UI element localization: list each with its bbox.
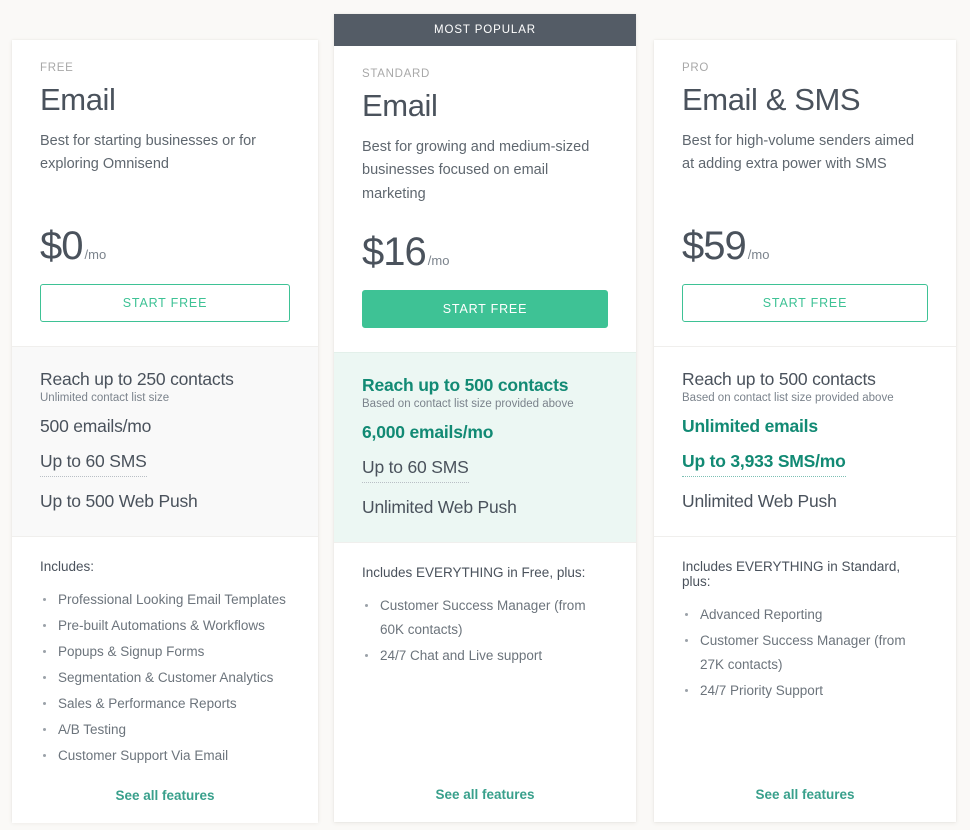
cta-wrap-free: START FREE [12,266,318,346]
feature-item: Professional Looking Email Templates [40,588,290,612]
price-amount-standard: $16 [362,230,427,275]
price-period-standard: /mo [427,253,450,269]
quota-section-standard: Reach up to 500 contacts Based on contac… [334,352,636,543]
most-popular-badge: MOST POPULAR [334,14,636,46]
price-row-free: $0 /mo [40,226,290,266]
cta-wrap-pro: START FREE [654,266,956,346]
feature-item: Popups & Signup Forms [40,640,290,664]
feature-item: 24/7 Chat and Live support [362,644,608,668]
plan-description-pro: Best for high-volume senders aimed at ad… [682,132,915,173]
feature-item: Advanced Reporting [682,603,928,627]
feature-item: Sales & Performance Reports [40,692,290,716]
quota-headline-pro: Reach up to 500 contacts [682,368,876,389]
pricing-plans-container: FREE Email Best for starting businesses … [0,0,970,830]
feature-item: Customer Success Manager (from 27K conta… [682,629,928,677]
plan-name-pro: Email & SMS [682,82,861,117]
quota-line-sms-pro[interactable]: Up to 3,933 SMS/mo [682,451,846,477]
features-section-free: Includes: Professional Looking Email Tem… [12,535,318,823]
quota-line-sms-free[interactable]: Up to 60 SMS [40,451,147,477]
quota-lines-standard: 6,000 emails/mo Up to 60 SMS Unlimited W… [362,422,608,518]
features-section-pro: Includes EVERYTHING in Standard, plus: A… [654,535,956,822]
feature-list-pro: Advanced Reporting Customer Success Mana… [682,603,928,705]
quota-line-webpush-free: Up to 500 Web Push [40,490,198,511]
price-row-standard: $16 /mo [362,232,608,272]
includes-title-standard: Includes EVERYTHING in Free, plus: [362,565,586,581]
feature-item: A/B Testing [40,718,290,742]
plan-tier-label-standard: STANDARD [362,68,431,80]
card-header-standard: STANDARD Email Best for growing and medi… [334,46,636,272]
see-all-features-link-standard[interactable]: See all features [362,769,608,802]
feature-item: Customer Success Manager (from 60K conta… [362,594,608,642]
feature-item: Segmentation & Customer Analytics [40,666,290,690]
quota-headline-standard: Reach up to 500 contacts [362,375,569,396]
feature-list-free: Professional Looking Email Templates Pre… [40,588,290,770]
feature-list-standard: Customer Success Manager (from 60K conta… [362,594,608,670]
quota-subtext-standard: Based on contact list size provided abov… [362,398,574,411]
quota-line-emails-free: 500 emails/mo [40,415,152,436]
pricing-card-free: FREE Email Best for starting businesses … [12,40,318,823]
price-period-pro: /mo [747,246,770,262]
feature-item: 24/7 Priority Support [682,679,928,703]
quota-subtext-free: Unlimited contact list size [40,391,170,404]
start-free-button-standard[interactable]: START FREE [362,290,608,329]
plan-tier-label-pro: PRO [682,62,710,74]
card-header-pro: PRO Email & SMS Best for high-volume sen… [654,40,956,266]
feature-item: Customer Support Via Email [40,744,290,768]
start-free-button-pro[interactable]: START FREE [682,283,928,322]
quota-lines-free: 500 emails/mo Up to 60 SMS Up to 500 Web… [40,416,290,512]
quota-subtext-pro: Based on contact list size provided abov… [682,391,894,404]
price-amount-free: $0 [40,223,83,268]
see-all-features-link-free[interactable]: See all features [40,770,290,803]
plan-name-free: Email [40,82,116,117]
features-section-standard: Includes EVERYTHING in Free, plus: Custo… [334,542,636,822]
quota-line-emails-standard: 6,000 emails/mo [362,422,494,443]
quota-line-sms-standard[interactable]: Up to 60 SMS [362,457,469,484]
quota-line-emails-pro: Unlimited emails [682,415,818,436]
includes-title-free: Includes: [40,558,95,574]
quota-line-webpush-standard: Unlimited Web Push [362,497,517,518]
quota-lines-pro: Unlimited emails Up to 3,933 SMS/mo Unli… [682,416,928,512]
pricing-card-standard: MOST POPULAR STANDARD Email Best for gro… [334,14,636,822]
start-free-button-free[interactable]: START FREE [40,283,290,322]
price-row-pro: $59 /mo [682,226,928,266]
quota-section-free: Reach up to 250 contacts Unlimited conta… [12,345,318,536]
quota-section-pro: Reach up to 500 contacts Based on contac… [654,345,956,536]
quota-line-webpush-pro: Unlimited Web Push [682,490,837,511]
plan-name-standard: Email [362,88,438,123]
pricing-card-pro: PRO Email & SMS Best for high-volume sen… [654,40,956,822]
plan-tier-label-free: FREE [40,62,74,74]
card-header-free: FREE Email Best for starting businesses … [12,40,318,266]
price-period-free: /mo [84,246,107,262]
plan-description-standard: Best for growing and medium-sized busine… [362,138,590,202]
cta-wrap-standard: START FREE [334,272,636,352]
includes-title-pro: Includes EVERYTHING in Standard, plus: [682,558,901,589]
quota-headline-free: Reach up to 250 contacts [40,368,234,389]
feature-item: Pre-built Automations & Workflows [40,614,290,638]
price-amount-pro: $59 [682,223,747,268]
see-all-features-link-pro[interactable]: See all features [682,769,928,802]
plan-description-free: Best for starting businesses or for expl… [40,132,256,173]
